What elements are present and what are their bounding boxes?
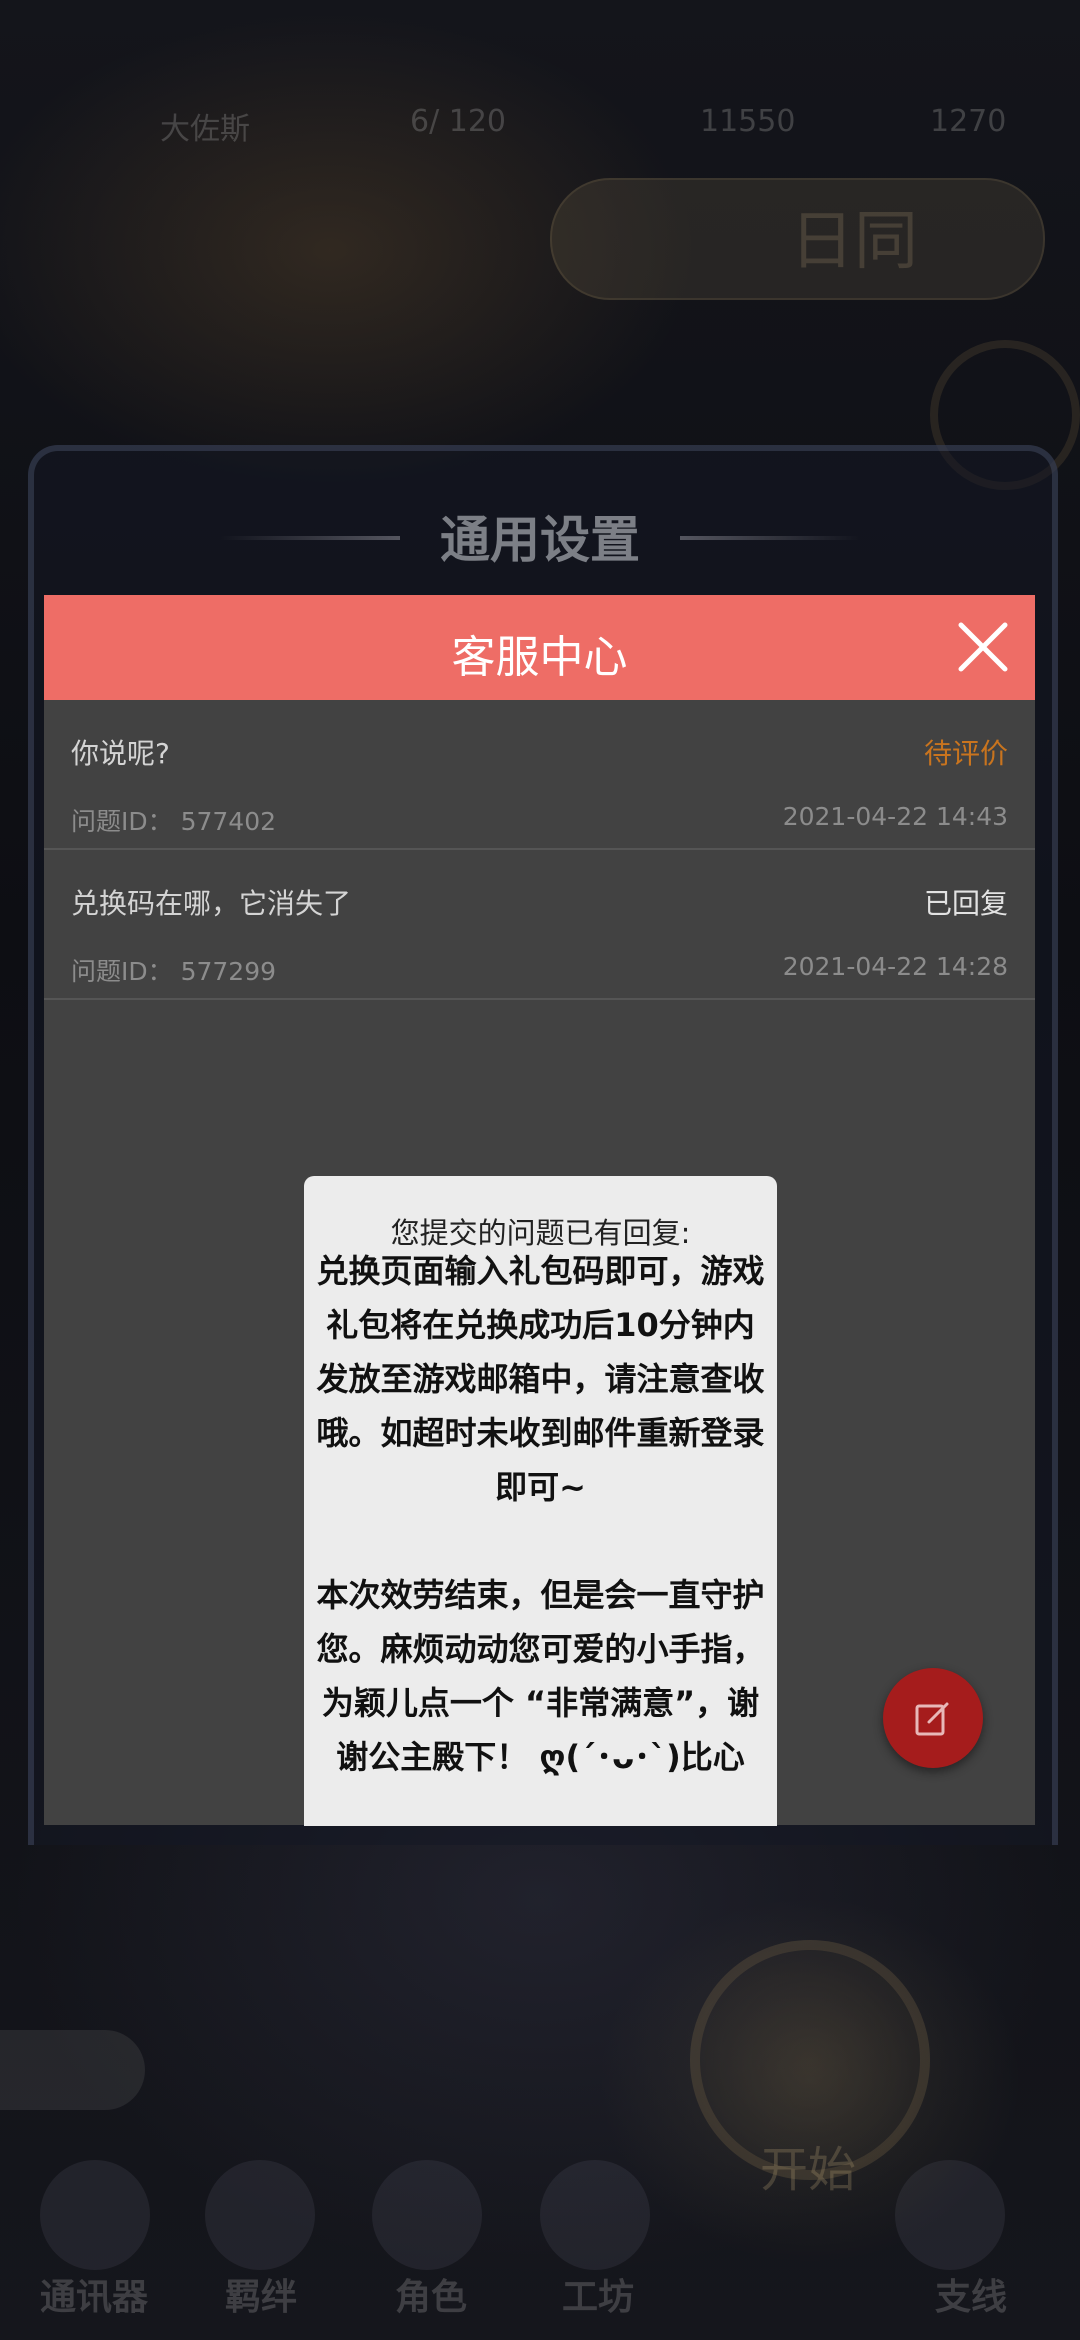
ticket-row[interactable]: 你说呢? 待评价 问题ID： 577402 2021-04-22 14:43 — [44, 700, 1035, 850]
nav-branch-icon — [895, 2160, 1005, 2270]
ticket-subject: 你说呢? — [71, 737, 170, 770]
edit-icon — [915, 1702, 949, 1736]
ticket-time: 2021-04-22 14:28 — [782, 952, 1008, 981]
gold-counter: 11550 — [700, 104, 796, 139]
event-banner-text: 日同 — [790, 205, 918, 279]
nav-branch-label: 支线 — [935, 2277, 1008, 2318]
nav-bond-icon — [205, 2160, 315, 2270]
ticket-subject: 兑换码在哪，它消失了 — [71, 887, 352, 920]
ticket-id: 问题ID： 577299 — [71, 957, 277, 986]
ticket-status: 待评价 — [923, 737, 1008, 770]
compose-button[interactable] — [883, 1668, 983, 1768]
start-emblem-label: 开始 — [760, 2142, 857, 2198]
ticket-status: 已回复 — [923, 887, 1008, 920]
nav-workshop-icon — [540, 2160, 650, 2270]
nav-character-label: 角色 — [395, 2277, 468, 2318]
ticket-id: 问题ID： 577402 — [71, 807, 277, 836]
side-tab — [0, 2030, 145, 2110]
nav-bond-label: 羁绊 — [225, 2277, 298, 2318]
nav-workshop-label: 工坊 — [562, 2277, 635, 2318]
stamina-counter: 6/ 120 — [410, 104, 506, 139]
reply-popup: 您提交的问题已有回复: 兑换页面输入礼包码即可，游戏礼包将在兑换成功后10分钟内… — [304, 1176, 777, 1826]
popup-reply-text: 兑换页面输入礼包码即可，游戏礼包将在兑换成功后10分钟内发放至游戏邮箱中，请注意… — [316, 1252, 765, 1776]
panel-title: 客服中心 — [451, 632, 628, 683]
close-button[interactable] — [953, 617, 1013, 677]
close-icon — [958, 622, 1008, 672]
gem-counter: 1270 — [930, 104, 1007, 139]
ticket-time: 2021-04-22 14:43 — [782, 802, 1008, 831]
nav-communicator-icon — [40, 2160, 150, 2270]
player-name: 大佐斯 — [160, 112, 250, 147]
panel-header: 客服中心 — [44, 595, 1035, 700]
nav-communicator-label: 通讯器 — [40, 2277, 149, 2318]
settings-title: 通用设置 — [440, 511, 640, 569]
ticket-row[interactable]: 兑换码在哪，它消失了 已回复 问题ID： 577299 2021-04-22 1… — [44, 850, 1035, 1000]
nav-character-icon — [372, 2160, 482, 2270]
